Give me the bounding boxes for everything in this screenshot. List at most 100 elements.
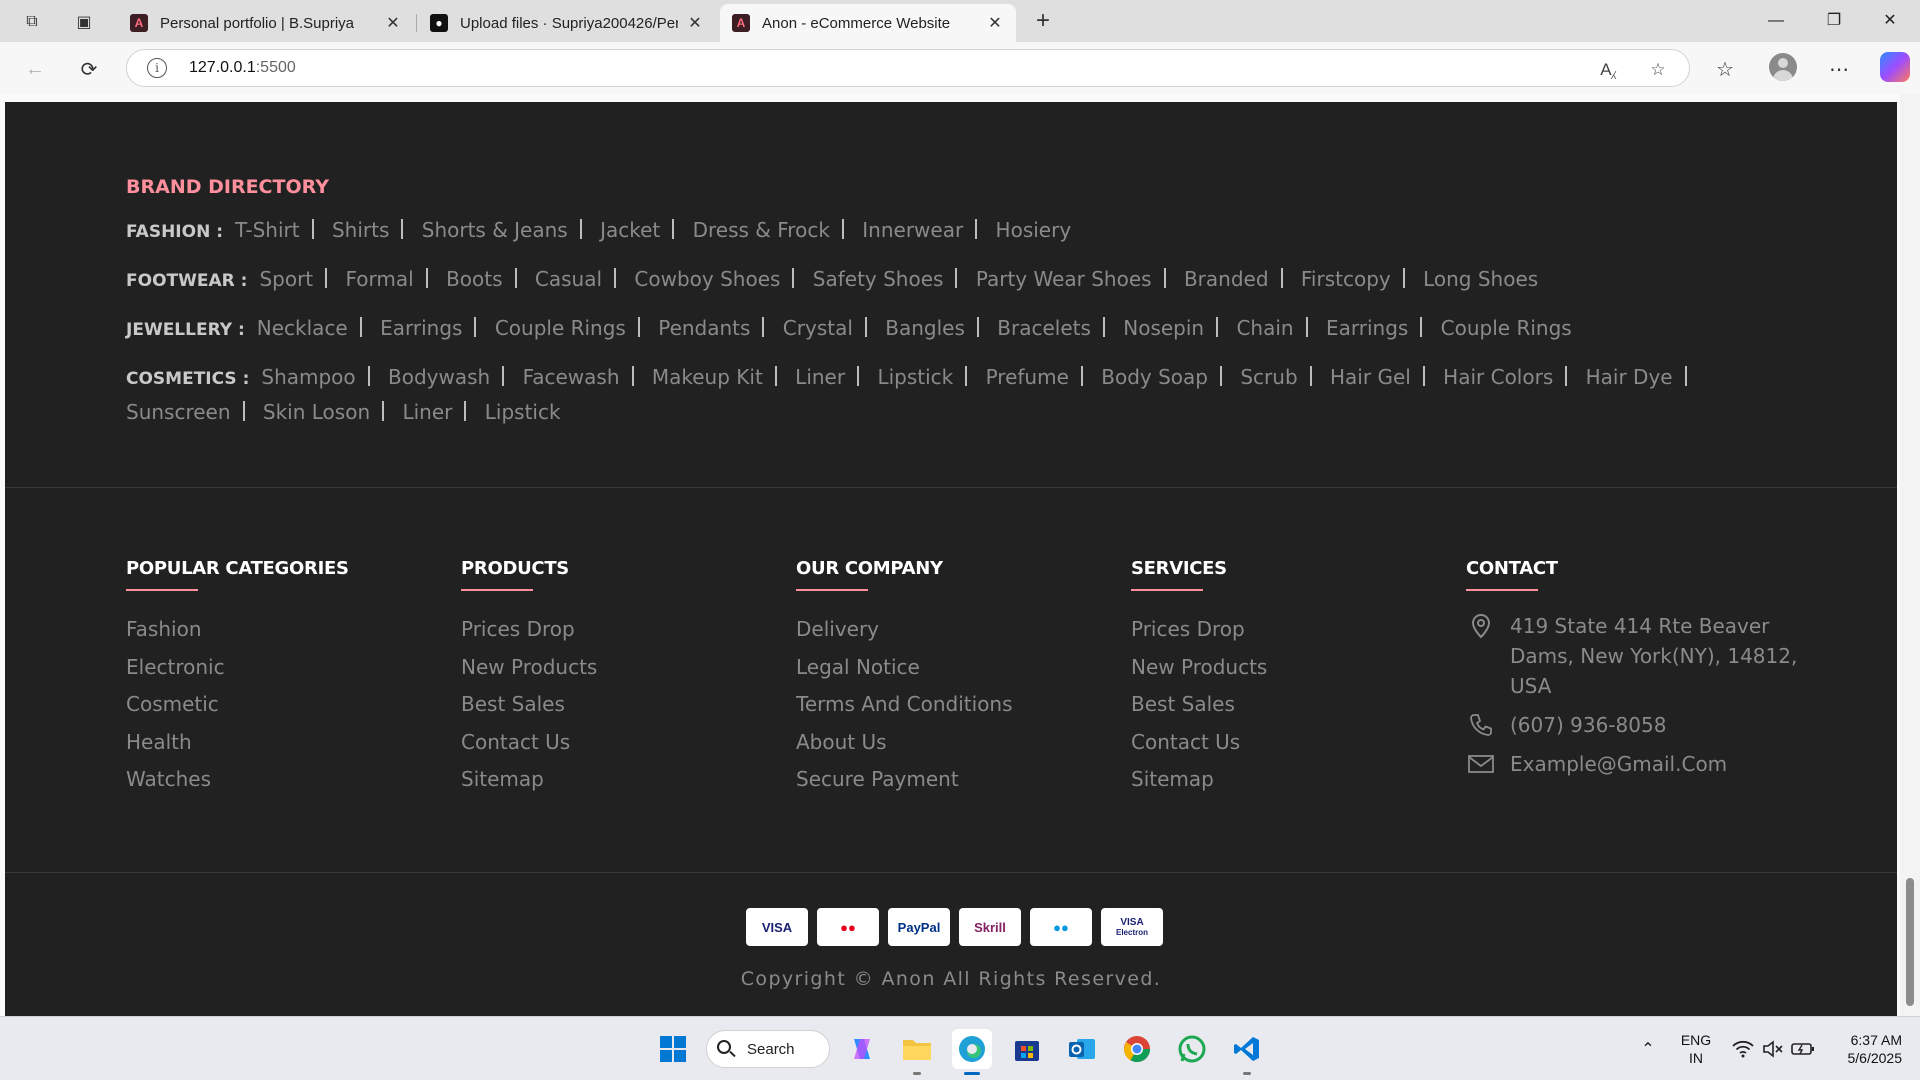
close-window-button[interactable]: ✕ — [1870, 6, 1910, 36]
back-button[interactable]: ← — [18, 52, 52, 86]
brand-link[interactable]: Hair Dye — [1586, 365, 1699, 389]
wifi-icon[interactable] — [1731, 1037, 1755, 1061]
tab-anon-active[interactable]: A Anon - eCommerce Website ✕ — [720, 4, 1016, 42]
chevron-up-icon[interactable]: ⌃ — [1636, 1037, 1660, 1061]
more-menu-icon[interactable]: ⋯ — [1822, 52, 1856, 86]
footer-link[interactable]: Prices Drop — [1131, 611, 1451, 649]
brand-link[interactable]: Skin Loson — [263, 400, 396, 424]
favorite-star-icon[interactable]: ☆ — [1645, 57, 1671, 83]
brand-link[interactable]: Bodywash — [388, 365, 516, 389]
tab-portfolio[interactable]: A Personal portfolio | B.Supriya ✕ — [118, 4, 414, 42]
favorites-icon[interactable]: ☆ — [1708, 52, 1742, 86]
brand-link[interactable]: Hosiery — [996, 218, 1072, 242]
contact-phone[interactable]: (607) 936-8058 — [1466, 710, 1806, 740]
footer-link[interactable]: Health — [126, 724, 446, 762]
footer-link[interactable]: About Us — [796, 724, 1116, 762]
footer-link[interactable]: Delivery — [796, 611, 1116, 649]
footer-link[interactable]: Prices Drop — [461, 611, 781, 649]
footer-link[interactable]: Best Sales — [1131, 686, 1451, 724]
brand-link[interactable]: Necklace — [257, 316, 374, 340]
brand-link[interactable]: Shampoo — [261, 365, 381, 389]
brand-link[interactable]: Long Shoes — [1423, 267, 1538, 291]
contact-email[interactable]: Example@Gmail.Com — [1466, 749, 1806, 779]
brand-link[interactable]: Earrings — [1326, 316, 1434, 340]
microsoft-store-icon[interactable] — [1007, 1029, 1047, 1069]
brand-link[interactable]: Casual — [535, 267, 628, 291]
tab-github[interactable]: ● Upload files · Supriya200426/Pers ✕ — [418, 4, 716, 42]
brand-link[interactable]: Bracelets — [997, 316, 1117, 340]
footer-link[interactable]: Legal Notice — [796, 649, 1116, 687]
footer-link[interactable]: Fashion — [126, 611, 446, 649]
language-indicator[interactable]: ENG IN — [1676, 1031, 1716, 1067]
contact-address[interactable]: 419 State 414 Rte Beaver Dams, New York(… — [1466, 611, 1806, 701]
brand-link[interactable]: Cowboy Shoes — [634, 267, 806, 291]
footer-link[interactable]: Terms And Conditions — [796, 686, 1116, 724]
brand-link[interactable]: Lipstick — [485, 400, 561, 424]
battery-charging-icon[interactable] — [1791, 1037, 1815, 1061]
close-tab-icon[interactable]: ✕ — [986, 13, 1004, 33]
footer-link[interactable]: New Products — [461, 649, 781, 687]
new-tab-button[interactable]: + — [1028, 6, 1058, 36]
vertical-tabs-icon[interactable]: ▣ — [70, 8, 98, 36]
whatsapp-icon[interactable] — [1172, 1029, 1212, 1069]
refresh-button[interactable]: ⟳ — [72, 52, 106, 86]
brand-link[interactable]: Liner — [402, 400, 478, 424]
scrollbar-thumb[interactable] — [1906, 878, 1914, 1006]
brand-link[interactable]: Body Soap — [1101, 365, 1234, 389]
restore-button[interactable]: ❐ — [1814, 6, 1854, 36]
outlook-icon[interactable] — [1062, 1029, 1102, 1069]
brand-link[interactable]: Crystal — [783, 316, 879, 340]
copilot-app-icon[interactable] — [842, 1029, 882, 1069]
brand-link[interactable]: Party Wear Shoes — [976, 267, 1178, 291]
address-bar[interactable]: i 127.0.0.1:5500 A⁁ ☆ — [126, 49, 1690, 87]
brand-link[interactable]: Nosepin — [1123, 316, 1230, 340]
brand-link[interactable]: Hair Gel — [1330, 365, 1437, 389]
brand-link[interactable]: Innerwear — [862, 218, 989, 242]
brand-link[interactable]: Scrub — [1240, 365, 1323, 389]
footer-link[interactable]: Best Sales — [461, 686, 781, 724]
read-aloud-icon[interactable]: A⁁ — [1595, 57, 1621, 83]
footer-link[interactable]: Secure Payment — [796, 761, 1116, 799]
brand-link[interactable]: Earrings — [380, 316, 488, 340]
brand-link[interactable]: Liner — [795, 365, 871, 389]
close-tab-icon[interactable]: ✕ — [384, 13, 402, 33]
brand-link[interactable]: Sport — [259, 267, 339, 291]
brand-link[interactable]: Sunscreen — [126, 400, 257, 424]
brand-link[interactable]: Couple Rings — [1441, 316, 1572, 340]
footer-link[interactable]: Contact Us — [1131, 724, 1451, 762]
brand-link[interactable]: Bangles — [885, 316, 991, 340]
workspaces-icon[interactable]: ⧉ — [18, 8, 46, 36]
profile-avatar[interactable] — [1769, 53, 1797, 81]
footer-link[interactable]: New Products — [1131, 649, 1451, 687]
brand-link[interactable]: Firstcopy — [1301, 267, 1417, 291]
footer-link[interactable]: Watches — [126, 761, 446, 799]
start-windows-icon[interactable] — [653, 1029, 693, 1069]
minimize-button[interactable]: — — [1756, 6, 1796, 36]
vscode-icon[interactable] — [1227, 1029, 1267, 1075]
brand-link[interactable]: Facewash — [523, 365, 646, 389]
brand-link[interactable]: Lipstick — [877, 365, 979, 389]
brand-link[interactable]: Prefume — [986, 365, 1095, 389]
copilot-icon[interactable] — [1880, 52, 1910, 82]
chrome-icon[interactable] — [1117, 1029, 1157, 1069]
site-info-icon[interactable]: i — [147, 58, 167, 78]
brand-link[interactable]: Makeup Kit — [652, 365, 789, 389]
page-scrollbar[interactable] — [1900, 94, 1920, 1016]
footer-link[interactable]: Sitemap — [461, 761, 781, 799]
footer-link[interactable]: Cosmetic — [126, 686, 446, 724]
brand-link[interactable]: Jacket — [600, 218, 686, 242]
brand-link[interactable]: Branded — [1184, 267, 1295, 291]
brand-link[interactable]: Dress & Frock — [693, 218, 856, 242]
volume-muted-icon[interactable] — [1761, 1037, 1785, 1061]
footer-link[interactable]: Contact Us — [461, 724, 781, 762]
footer-link[interactable]: Electronic — [126, 649, 446, 687]
edge-browser-icon[interactable] — [952, 1029, 992, 1075]
clock[interactable]: 6:37 AM 5/6/2025 — [1826, 1031, 1903, 1067]
brand-link[interactable]: Couple Rings — [495, 316, 652, 340]
brand-link[interactable]: Formal — [346, 267, 440, 291]
brand-link[interactable]: Safety Shoes — [813, 267, 970, 291]
taskbar-search[interactable]: Search — [706, 1030, 830, 1068]
brand-link[interactable]: Hair Colors — [1443, 365, 1579, 389]
brand-link[interactable]: Boots — [446, 267, 528, 291]
brand-link[interactable]: Pendants — [658, 316, 776, 340]
